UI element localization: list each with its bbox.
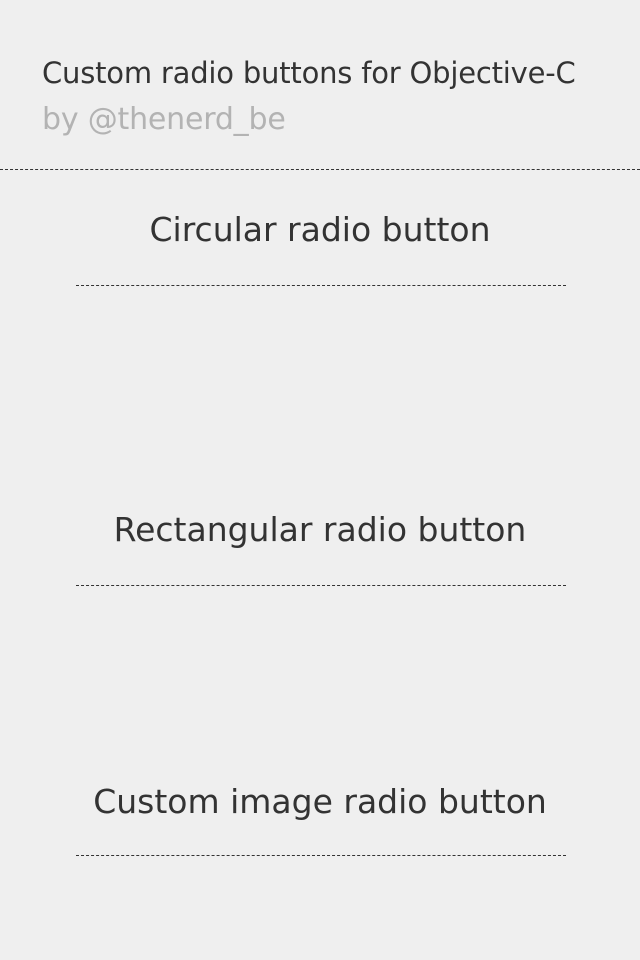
section-title-custom-image: Custom image radio button bbox=[93, 782, 547, 821]
section-divider-circular bbox=[76, 285, 566, 286]
section-title-circular: Circular radio button bbox=[149, 210, 491, 249]
header-divider bbox=[0, 169, 640, 170]
app-subtitle: by @thenerd_be bbox=[42, 102, 286, 137]
section-title-rectangular: Rectangular radio button bbox=[113, 510, 527, 549]
header: Custom radio buttons for Objective-C by … bbox=[0, 0, 640, 170]
circular-radio-options-area bbox=[76, 290, 566, 500]
rectangular-radio-options-area bbox=[76, 590, 566, 780]
section-divider-custom-image bbox=[76, 855, 566, 856]
app-title: Custom radio buttons for Objective-C bbox=[42, 56, 576, 90]
section-divider-rectangular bbox=[76, 585, 566, 586]
custom-image-radio-options-area bbox=[76, 860, 566, 955]
